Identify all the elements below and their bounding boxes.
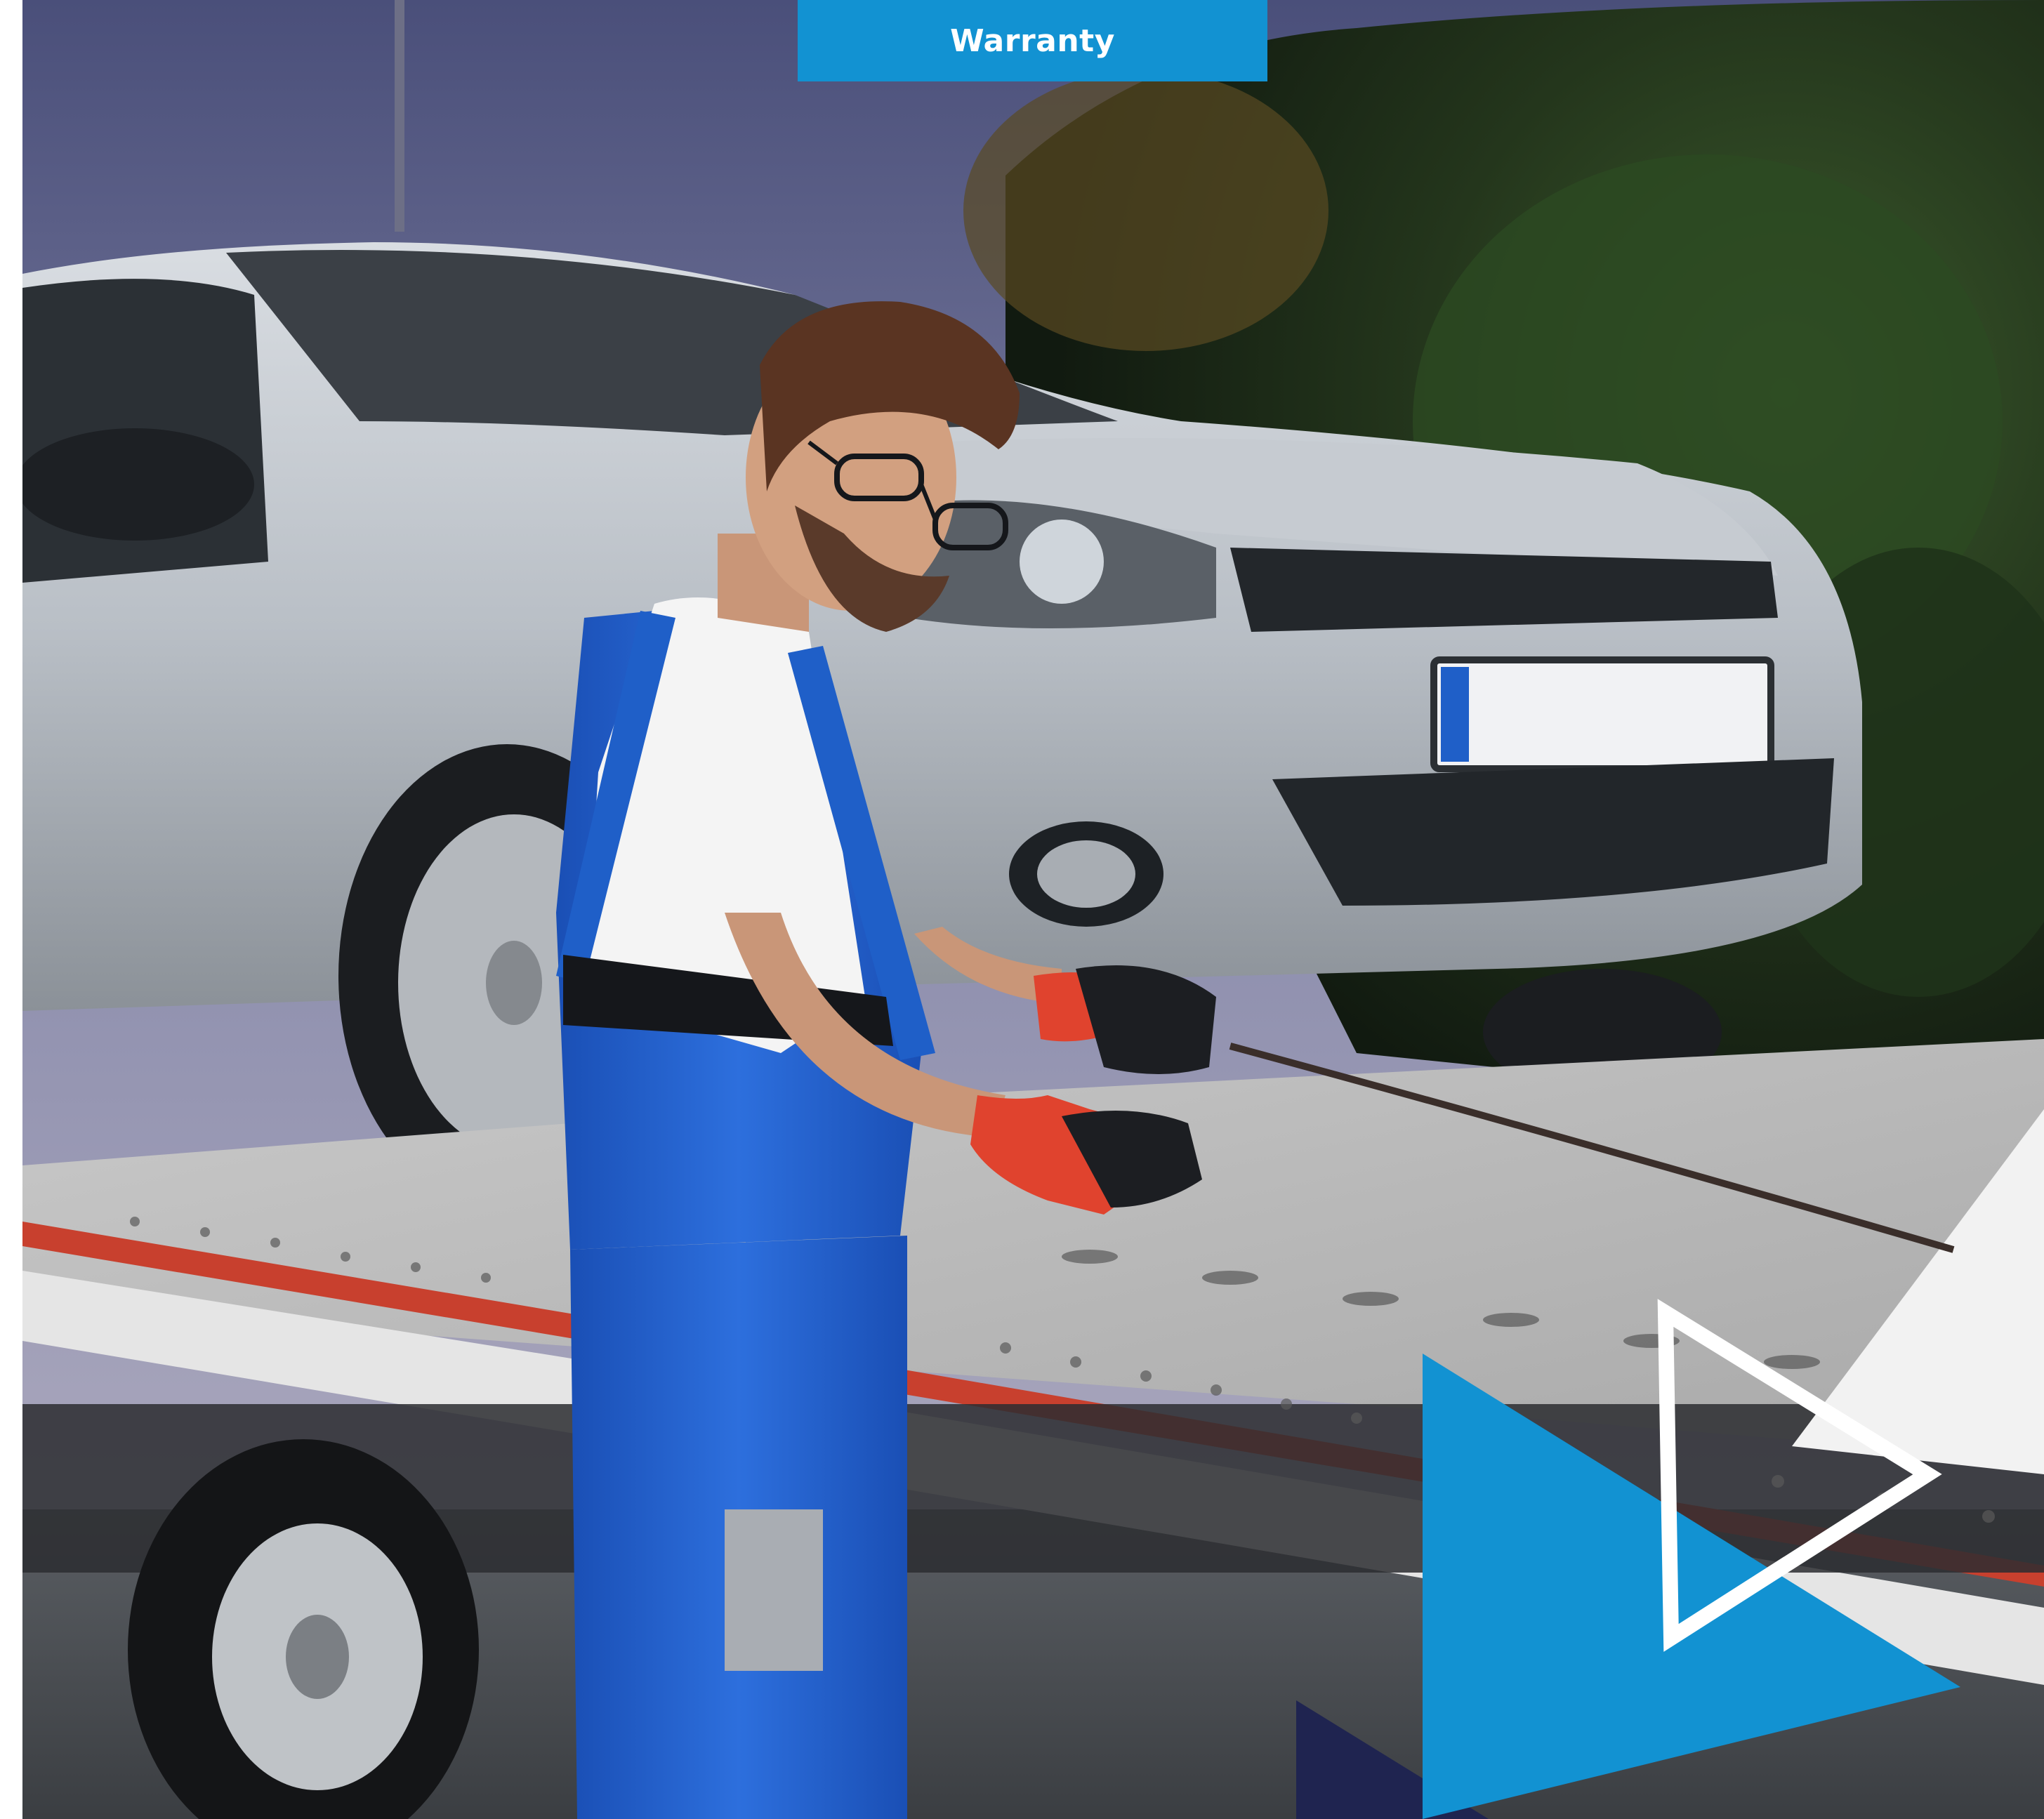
hero-illustration (22, 0, 2044, 1819)
warranty-tab[interactable]: Warranty (798, 0, 1267, 81)
hero-photo (22, 0, 2044, 1819)
warranty-tab-label: Warranty (950, 22, 1115, 59)
page: Warranty (0, 0, 2044, 1819)
